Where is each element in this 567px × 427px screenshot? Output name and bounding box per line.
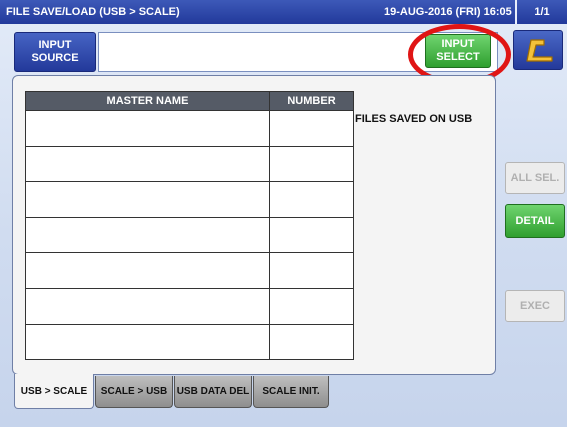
number-cell[interactable] [269, 323, 354, 361]
detail-button[interactable]: DETAIL [505, 204, 565, 238]
datetime: 19-AUG-2016 (FRI) 16:05 [384, 6, 512, 18]
files-saved-label: FILES SAVED ON USB [355, 113, 473, 125]
table-row[interactable] [25, 287, 354, 325]
tab-usb-data-del[interactable]: USB DATA DEL [174, 376, 252, 408]
master-table: MASTER NAME NUMBER [25, 91, 354, 361]
return-arrow-icon [526, 39, 553, 62]
master-name-cell[interactable] [25, 323, 270, 361]
table-header-row: MASTER NAME NUMBER [25, 91, 354, 111]
number-cell[interactable] [269, 181, 354, 218]
title-bar: FILE SAVE/LOAD (USB > SCALE) 19-AUG-2016… [0, 0, 567, 24]
tab-usb-to-scale[interactable]: USB > SCALE [14, 374, 94, 409]
input-source-label: INPUT SOURCE [14, 32, 96, 72]
master-name-cell[interactable] [25, 110, 270, 147]
number-cell[interactable] [269, 145, 354, 183]
master-name-cell[interactable] [25, 181, 270, 218]
column-header-master-name: MASTER NAME [25, 91, 270, 111]
input-source-label-line1: INPUT [38, 39, 72, 51]
master-name-cell[interactable] [25, 287, 270, 325]
tab-scale-init[interactable]: SCALE INIT. [253, 376, 329, 408]
master-panel: MASTER NAME NUMBER FILES SAVED ON USB [12, 75, 496, 375]
number-cell[interactable] [269, 216, 354, 254]
master-name-cell[interactable] [25, 145, 270, 183]
page-indicator: 1/1 [515, 0, 567, 24]
all-select-button[interactable]: ALL SEL. [505, 162, 565, 194]
window-title: FILE SAVE/LOAD (USB > SCALE) [6, 6, 180, 18]
exec-button[interactable]: EXEC [505, 290, 565, 322]
table-row[interactable] [25, 216, 354, 254]
number-cell[interactable] [269, 110, 354, 147]
table-row[interactable] [25, 323, 354, 361]
master-name-cell[interactable] [25, 216, 270, 254]
number-cell[interactable] [269, 252, 354, 289]
table-row[interactable] [25, 252, 354, 289]
master-name-cell[interactable] [25, 252, 270, 289]
table-row[interactable] [25, 145, 354, 183]
table-row[interactable] [25, 181, 354, 218]
column-header-number: NUMBER [269, 91, 354, 111]
screen: FILE SAVE/LOAD (USB > SCALE) 19-AUG-2016… [0, 0, 567, 427]
input-source-label-line2: SOURCE [31, 52, 79, 64]
table-row[interactable] [25, 110, 354, 147]
back-button[interactable] [513, 30, 563, 70]
tab-scale-to-usb[interactable]: SCALE > USB [95, 376, 173, 408]
number-cell[interactable] [269, 287, 354, 325]
